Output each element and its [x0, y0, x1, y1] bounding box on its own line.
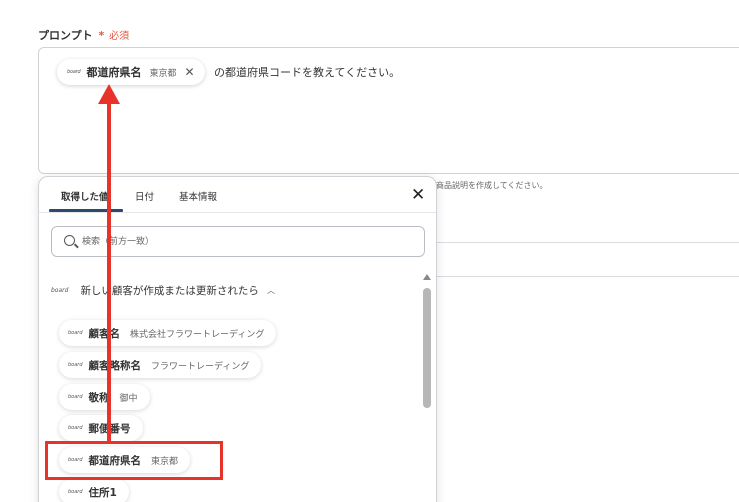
- board-logo-icon: board: [68, 330, 83, 336]
- list-item[interactable]: board 郵便番号: [59, 415, 143, 441]
- list-item[interactable]: board 顧客略称名 フラワートレーディング: [59, 352, 262, 378]
- board-logo-icon: board: [67, 69, 81, 75]
- item-value: 御中: [119, 393, 138, 404]
- prompt-text: の都道府県コードを教えてください。: [214, 66, 401, 79]
- prompt-label-text: プロンプト: [38, 29, 93, 42]
- required-mark: *: [98, 29, 105, 42]
- list-item[interactable]: board 住所1: [59, 479, 129, 502]
- active-tab-indicator: [49, 209, 123, 212]
- search-icon: [64, 235, 75, 246]
- board-logo-icon: board: [68, 362, 83, 368]
- prompt-variable-chip[interactable]: board 都道府県名 東京都 ✕: [57, 59, 205, 85]
- chip-label: 都道府県名: [86, 66, 142, 79]
- scrollbar-thumb[interactable]: [423, 288, 431, 408]
- item-label: 顧客名: [88, 327, 121, 340]
- board-logo-icon: board: [68, 425, 83, 431]
- annotation-highlight-box: [45, 441, 223, 480]
- item-value: フラワートレーディング: [151, 361, 250, 372]
- annotation-arrow-shaft: [107, 100, 111, 444]
- annotation-arrow-head-icon: [98, 84, 120, 104]
- helper-text: 商品説明を作成してください。: [436, 181, 548, 190]
- trigger-section-header[interactable]: board 新しい顧客が作成または更新されたら ︿: [51, 283, 275, 298]
- scroll-up-arrow-icon[interactable]: [423, 274, 431, 280]
- background-field-border: [437, 242, 739, 243]
- chevron-up-icon[interactable]: ︿: [267, 285, 275, 296]
- board-logo-icon: board: [68, 394, 83, 400]
- close-icon[interactable]: ✕: [411, 185, 425, 205]
- item-label: 顧客略称名: [88, 359, 142, 372]
- chip-remove-icon[interactable]: ✕: [185, 65, 195, 79]
- tab-basic-info[interactable]: 基本情報: [179, 189, 217, 203]
- list-item[interactable]: board 敬称 御中: [59, 384, 150, 410]
- item-label: 住所1: [88, 486, 117, 499]
- tab-date[interactable]: 日付: [135, 189, 154, 203]
- board-logo-icon: board: [68, 489, 83, 495]
- background-field-border: [437, 276, 739, 277]
- chip-value: 東京都: [149, 68, 177, 79]
- prompt-label: プロンプト * 必須: [38, 27, 129, 43]
- required-text: 必須: [109, 31, 130, 42]
- scrollbar[interactable]: [422, 274, 432, 502]
- list-item[interactable]: board 顧客名 株式会社フラワートレーディング: [59, 320, 277, 346]
- item-value: 株式会社フラワートレーディング: [130, 329, 265, 340]
- board-logo-icon: board: [51, 287, 69, 294]
- tab-retrieved-values[interactable]: 取得した値: [61, 189, 109, 203]
- search-input[interactable]: [82, 233, 382, 251]
- popup-tabs: 取得した値 日付 基本情報 ✕: [39, 177, 436, 213]
